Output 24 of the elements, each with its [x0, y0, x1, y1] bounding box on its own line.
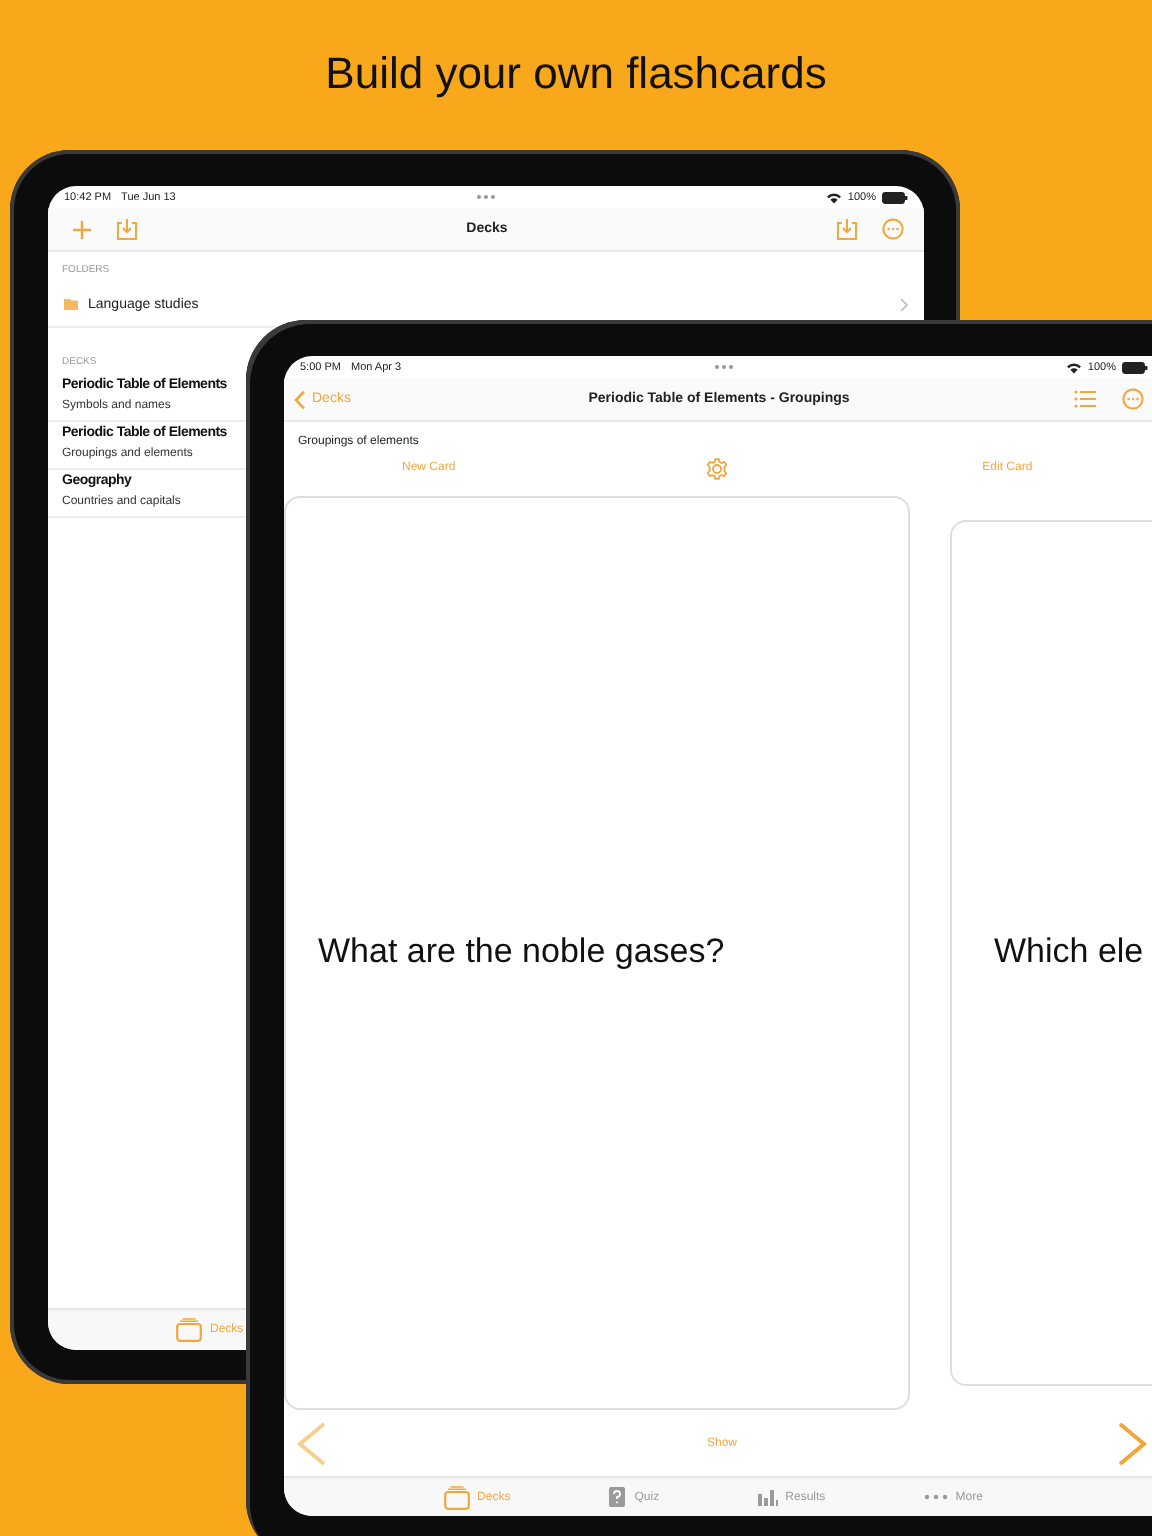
- download-tray-icon[interactable]: [116, 218, 138, 240]
- more-icon[interactable]: [882, 218, 904, 240]
- three-dots-icon: [476, 194, 496, 200]
- chevron-right-icon: [900, 297, 908, 311]
- folder-icon: [64, 298, 78, 310]
- battery-icon: [882, 191, 908, 203]
- flashcard[interactable]: Which ele: [950, 519, 1152, 1385]
- battery-icon: [1122, 361, 1148, 373]
- more-icon[interactable]: [1122, 388, 1144, 410]
- wifi-icon: [1065, 361, 1082, 373]
- tray-icon: [176, 1318, 202, 1342]
- plus-icon[interactable]: [72, 219, 92, 239]
- chevron-left-icon: [294, 389, 306, 409]
- settings-icon[interactable]: [706, 457, 729, 479]
- tray-icon: [443, 1485, 470, 1509]
- wifi-icon: [825, 191, 842, 203]
- list-icon[interactable]: [1074, 390, 1096, 408]
- question-card-icon: [608, 1486, 627, 1508]
- three-dots-icon: [714, 364, 734, 370]
- headline: Build your own flashcards: [323, 46, 829, 102]
- ellipsis-icon: [923, 1494, 948, 1500]
- download-tray-icon[interactable]: [836, 218, 858, 240]
- flashcard[interactable]: What are the noble gases?: [284, 495, 910, 1409]
- bar-chart-icon: [757, 1488, 778, 1506]
